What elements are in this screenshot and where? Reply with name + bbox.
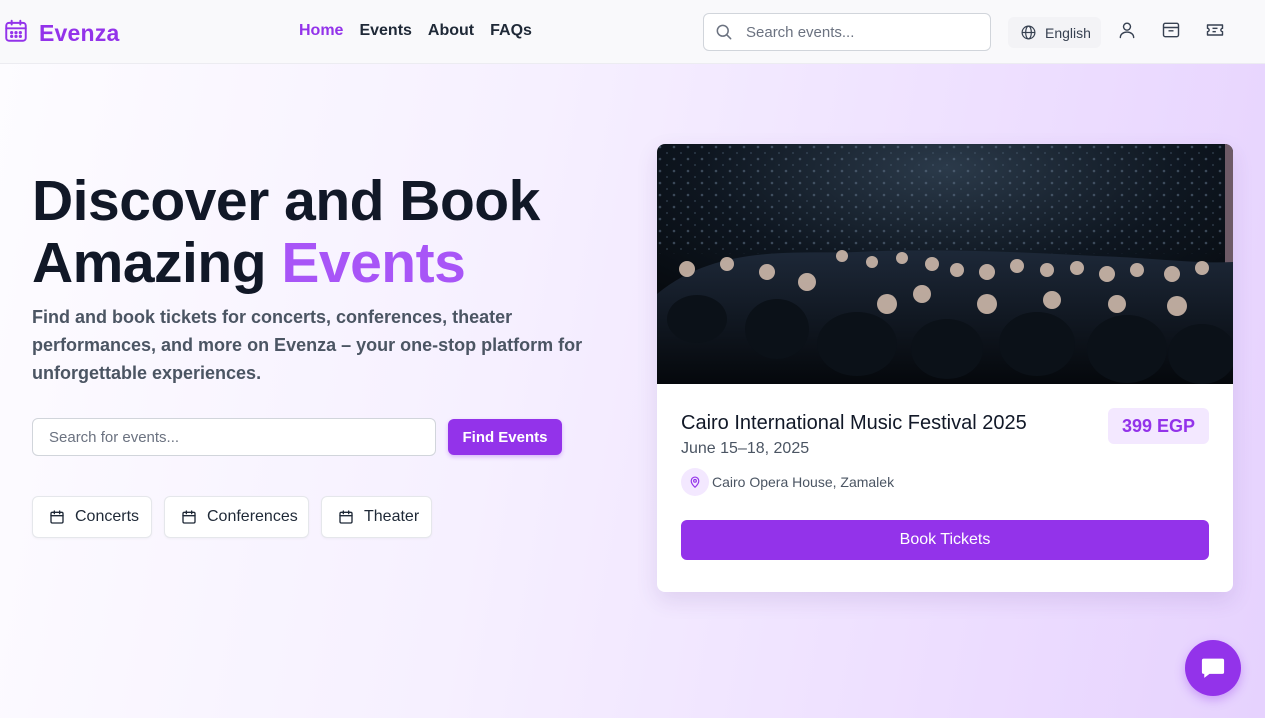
category-label: Theater (364, 508, 420, 525)
nav-about[interactable]: About (428, 22, 474, 40)
hero-title: Discover and Book Amazing Events (32, 170, 540, 294)
chat-button[interactable] (1185, 640, 1241, 696)
book-tickets-button[interactable]: Book Tickets (681, 520, 1209, 560)
globe-icon (1020, 24, 1037, 41)
event-price-badge: 399 EGP (1108, 408, 1209, 444)
calendar-icon (49, 509, 65, 525)
user-icon[interactable] (1117, 20, 1137, 40)
header-search-input[interactable] (746, 23, 966, 41)
category-concerts[interactable]: Concerts (32, 496, 152, 538)
event-date: June 15–18, 2025 (681, 440, 810, 457)
hero-subtitle: Find and book tickets for concerts, conf… (32, 307, 583, 383)
brand-name: Evenza (39, 20, 120, 46)
language-selector[interactable]: English (1008, 17, 1101, 48)
nav-events[interactable]: Events (359, 22, 411, 40)
category-label: Conferences (207, 508, 298, 525)
chat-bubble-icon (1199, 654, 1227, 682)
hero-title-accent: Events (281, 231, 466, 295)
hero-search-input[interactable] (32, 418, 436, 456)
event-audience-image (657, 144, 1233, 384)
inbox-icon[interactable] (1161, 20, 1181, 40)
event-location: Cairo Opera House, Zamalek (681, 468, 894, 496)
nav-faqs[interactable]: FAQs (490, 22, 532, 40)
ticket-icon[interactable] (1205, 20, 1225, 40)
brand-logo[interactable]: Evenza (3, 18, 119, 49)
featured-event-card: Cairo International Music Festival 2025 … (657, 144, 1233, 592)
calendar-icon (181, 509, 197, 525)
event-location-text: Cairo Opera House, Zamalek (712, 474, 895, 490)
language-label: English (1045, 24, 1091, 41)
map-pin-icon (681, 468, 709, 496)
calendar-icon (338, 509, 354, 525)
category-conferences[interactable]: Conferences (164, 496, 309, 538)
top-header: Evenza Home Events About FAQs English (0, 0, 1265, 64)
category-theater[interactable]: Theater (321, 496, 432, 538)
search-icon (714, 22, 734, 42)
main-nav: Home Events About FAQs (299, 22, 548, 40)
hero-title-line2: Amazing (32, 231, 267, 295)
category-label: Concerts (75, 508, 140, 525)
calendar-logo-icon (3, 18, 29, 49)
event-title: Cairo International Music Festival 2025 (681, 412, 1027, 434)
hero-title-line1: Discover and Book (32, 169, 540, 233)
header-search (703, 13, 991, 51)
find-events-button[interactable]: Find Events (448, 419, 562, 455)
nav-home[interactable]: Home (299, 22, 343, 40)
